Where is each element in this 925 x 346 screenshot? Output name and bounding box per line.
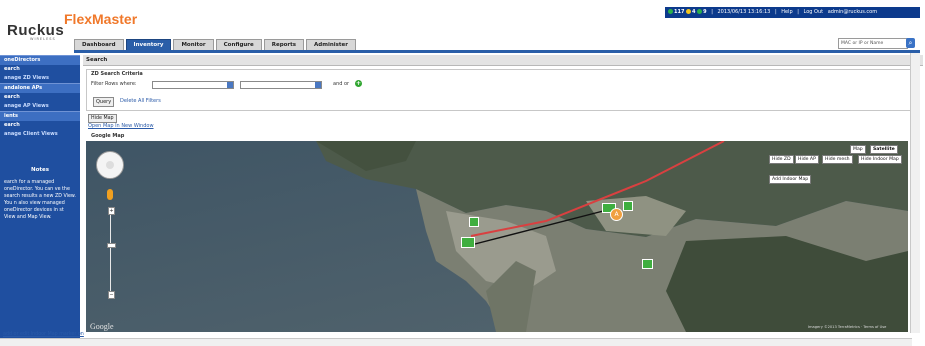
- status-green-icon-2: [697, 9, 703, 14]
- tab-administer[interactable]: Administer: [306, 39, 357, 50]
- map-type-map-button[interactable]: Map: [850, 145, 866, 154]
- pan-control[interactable]: [96, 151, 124, 179]
- map-type-satellite-button[interactable]: Satellite: [870, 145, 898, 154]
- status-count-2: 4: [692, 9, 696, 15]
- tab-dashboard[interactable]: Dashboard: [74, 39, 124, 50]
- tab-inventory[interactable]: Inventory: [125, 39, 172, 50]
- ruckus-logo-subtitle: WIRELESS: [30, 37, 56, 41]
- hide-mesh-button[interactable]: Hide mesh: [822, 155, 853, 164]
- sidebar-head-clients: ients: [0, 111, 80, 121]
- map-label: Google Map: [91, 133, 125, 139]
- ap-marker-icon-4[interactable]: [642, 259, 653, 269]
- datetime: 2013/06/13 13:16:13: [717, 9, 771, 15]
- hide-map-button[interactable]: Hide Map: [88, 114, 117, 123]
- logout-link[interactable]: Log Out: [804, 7, 824, 18]
- status-count-3: 9: [703, 9, 707, 15]
- indoor-map-marker-link[interactable]: add or edit Indoor Map marker on: [3, 332, 84, 337]
- delete-filters-link[interactable]: Delete All Filters: [120, 98, 161, 104]
- zonedirector-marker-icon[interactable]: [461, 237, 475, 248]
- zoom-out-icon[interactable]: −: [108, 291, 115, 299]
- map-imagery: [86, 141, 908, 332]
- add-filter-icon[interactable]: +: [355, 80, 362, 87]
- tab-monitor[interactable]: Monitor: [173, 39, 214, 50]
- vertical-scrollbar[interactable]: [910, 53, 920, 333]
- page-title: Search: [83, 55, 923, 66]
- map-attribution[interactable]: Imagery ©2013 TerraMetrics · Terms of Us…: [808, 325, 886, 329]
- pegman-icon[interactable]: [107, 189, 113, 200]
- sidebar-item-manage-zd-views[interactable]: anage ZD Views: [0, 74, 80, 83]
- cluster-marker[interactable]: A: [610, 208, 623, 221]
- satellite-map[interactable]: + − Map Satellite Hide ZD Hide AP Hide m…: [86, 141, 908, 332]
- sidebar-head-zonedirectors: oneDirectors: [0, 55, 80, 65]
- tab-reports[interactable]: Reports: [263, 39, 305, 50]
- add-indoor-map-button[interactable]: Add Indoor Map: [769, 175, 812, 184]
- notes-title: Notes: [30, 167, 49, 173]
- sidebar-item-manage-ap-views[interactable]: anage AP Views: [0, 102, 80, 111]
- hide-indoor-map-button[interactable]: Hide Indoor Map: [858, 155, 902, 164]
- sidebar: oneDirectors earch anage ZD Views andalo…: [0, 55, 80, 338]
- sidebar-head-standalone-aps: andalone APs: [0, 83, 80, 93]
- status-green-icon: [668, 9, 673, 14]
- sidebar-item-ap-search[interactable]: earch: [0, 93, 80, 102]
- global-search-input[interactable]: MAC or IP or Name: [838, 38, 908, 49]
- chevron-down-icon: [227, 82, 233, 88]
- sidebar-item-manage-client-views[interactable]: anage Client Views: [0, 130, 80, 139]
- tab-underline: [74, 50, 920, 53]
- chevron-down-icon: [315, 82, 321, 88]
- and-or-label: and or: [333, 81, 350, 87]
- main-tabs: Dashboard Inventory Monitor Configure Re…: [74, 39, 358, 50]
- ap-marker-icon-3[interactable]: [623, 201, 633, 211]
- google-logo: Google: [90, 322, 114, 331]
- search-icon[interactable]: ⌕: [906, 38, 915, 48]
- tab-configure[interactable]: Configure: [215, 39, 262, 50]
- filter-field-select[interactable]: [152, 81, 234, 89]
- zoom-in-icon[interactable]: +: [108, 207, 115, 215]
- status-count-1: 117: [674, 9, 685, 15]
- notes-text: earch for a managed oneDirector. You can…: [4, 180, 76, 220]
- top-status-bar: 117 4 9 | 2013/06/13 13:16:13 | Help | L…: [665, 7, 920, 18]
- zoom-slider-handle[interactable]: [107, 243, 116, 248]
- filter-label: Filter Rows where:: [91, 81, 137, 87]
- sidebar-item-zd-search[interactable]: earch: [0, 65, 80, 74]
- query-button[interactable]: Query: [93, 97, 115, 107]
- open-map-link[interactable]: Open Map In New Window: [88, 123, 154, 129]
- filter-operator-select[interactable]: [240, 81, 322, 89]
- criteria-title: ZD Search Criteria: [91, 71, 143, 77]
- zoom-slider-track[interactable]: [110, 215, 111, 291]
- sidebar-item-client-search[interactable]: earch: [0, 121, 80, 130]
- ap-marker-icon[interactable]: [469, 217, 479, 227]
- app-title: FlexMaster: [64, 11, 138, 27]
- search-criteria-panel: [86, 69, 918, 111]
- status-yellow-icon: [686, 9, 692, 14]
- user-email: admin@ruckus.com: [827, 9, 878, 15]
- pan-center-icon: [106, 161, 114, 169]
- help-link[interactable]: Help: [781, 7, 792, 18]
- hide-zd-button[interactable]: Hide ZD: [769, 155, 794, 164]
- status-alarms[interactable]: 117 4 9: [668, 7, 707, 18]
- hide-ap-button[interactable]: Hide AP: [795, 155, 819, 164]
